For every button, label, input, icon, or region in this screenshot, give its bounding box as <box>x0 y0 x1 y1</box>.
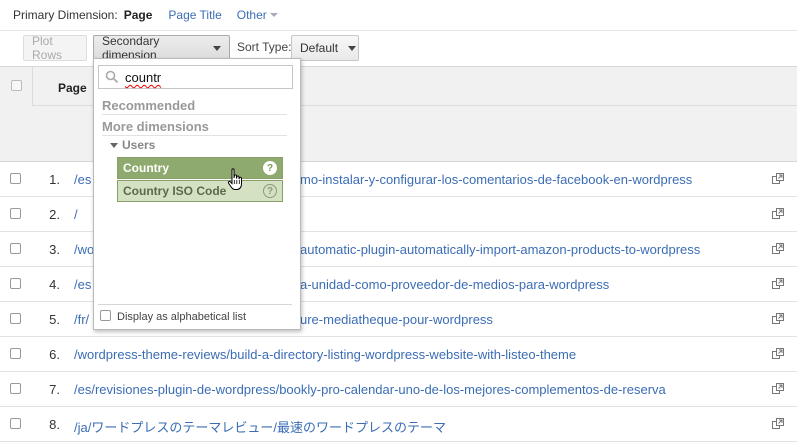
dimension-option-country-iso-code[interactable]: Country ISO Code ? <box>117 180 283 202</box>
dimension-search-input[interactable]: countr <box>98 65 293 89</box>
page-link[interactable]: /wo automatic-plugin-automatically-import… <box>74 242 700 257</box>
row-number: 4. <box>49 277 60 292</box>
row-checkbox[interactable] <box>10 313 21 324</box>
page-column-header[interactable]: Page <box>58 81 87 95</box>
select-all-checkbox[interactable] <box>11 80 22 91</box>
page-link-tail: a-unidad-como-proveedor-de-medios-para-w… <box>300 277 610 292</box>
users-group-toggle[interactable]: Users <box>110 138 155 152</box>
open-page-icon[interactable] <box>772 173 784 184</box>
header-divider <box>32 67 33 105</box>
secondary-dimension-dropdown: countr Recommended More dimensions Users… <box>93 58 301 330</box>
users-group-label: Users <box>122 138 156 152</box>
chevron-down-icon <box>348 45 357 51</box>
row-number: 8. <box>49 417 60 432</box>
help-icon[interactable]: ? <box>263 161 277 175</box>
row-checkbox[interactable] <box>10 243 21 254</box>
more-dimensions-heading: More dimensions <box>102 119 209 134</box>
plot-rows-label: Plot Rows <box>32 34 63 62</box>
row-checkbox[interactable] <box>10 208 21 219</box>
search-icon <box>105 70 119 84</box>
open-page-icon[interactable] <box>772 208 784 219</box>
plot-rows-button[interactable]: Plot Rows <box>23 34 87 62</box>
dimension-option-country[interactable]: Country ? <box>117 157 283 179</box>
primary-dimension-bar: Primary Dimension: Page Page Title Other <box>0 0 797 30</box>
primary-dimension-page[interactable]: Page <box>124 8 153 22</box>
open-page-icon[interactable] <box>772 383 784 394</box>
alphabetical-list-checkbox[interactable] <box>100 310 111 321</box>
open-page-icon[interactable] <box>772 418 784 429</box>
page-link[interactable]: /ja/ワードプレスのテーマレビュー/最速のワードプレスのテーマ <box>74 417 446 436</box>
row-checkbox[interactable] <box>10 278 21 289</box>
sort-type-label: Sort Type: <box>237 40 292 54</box>
page-link[interactable]: /es mo-instalar-y-configurar-los-comentar… <box>74 172 692 187</box>
page-link[interactable]: /es/revisiones-plugin-de-wordpress/bookl… <box>74 382 666 397</box>
primary-dimension-other-label: Other <box>236 8 267 22</box>
option-label: Country <box>123 161 169 175</box>
chevron-down-icon <box>269 13 278 17</box>
page-link-tail: automatic-plugin-automatically-import-am… <box>300 242 701 257</box>
page-link-head: /wo <box>74 242 95 257</box>
open-page-icon[interactable] <box>772 243 784 254</box>
row-checkbox[interactable] <box>10 383 21 394</box>
open-page-icon[interactable] <box>772 313 784 324</box>
page-link-tail: ure-mediatheque-pour-wordpress <box>300 312 493 327</box>
row-checkbox[interactable] <box>10 348 21 359</box>
option-label: Country ISO Code <box>123 184 227 198</box>
section-divider <box>102 114 287 115</box>
section-divider <box>102 135 287 136</box>
row-checkbox[interactable] <box>10 418 21 429</box>
row-checkbox[interactable] <box>10 173 21 184</box>
row-number: 7. <box>49 382 60 397</box>
sort-type-value: Default <box>300 41 339 55</box>
table-row: 8. /ja/ワードプレスのテーマレビュー/最速のワードプレスのテーマ <box>0 407 797 442</box>
alphabetical-list-label: Display as alphabetical list <box>117 311 247 323</box>
recommended-heading: Recommended <box>102 98 196 113</box>
primary-dimension-label: Primary Dimension: <box>13 8 118 22</box>
row-number: 6. <box>49 347 60 362</box>
page-link-tail: mo-instalar-y-configurar-los-comentarios… <box>300 172 693 187</box>
search-value: countr <box>125 70 162 85</box>
row-number: 3. <box>49 242 60 257</box>
page-link[interactable]: /wordpress-theme-reviews/build-a-directo… <box>74 347 576 362</box>
row-number: 1. <box>49 172 60 187</box>
page-link-head: /fr/ <box>74 312 90 327</box>
help-icon[interactable]: ? <box>263 184 277 198</box>
page-link[interactable]: /es a-unidad-como-proveedor-de-medios-par… <box>74 277 609 292</box>
page-link-head: /es <box>74 277 92 292</box>
primary-dimension-other[interactable]: Other <box>237 8 278 22</box>
open-page-icon[interactable] <box>772 348 784 359</box>
page-link-head: /es <box>74 172 92 187</box>
footer-divider <box>98 304 292 305</box>
page-link[interactable]: /fr/ure-mediatheque-pour-wordpress <box>74 312 493 327</box>
chevron-down-icon <box>213 45 221 51</box>
row-number: 5. <box>49 312 60 327</box>
sort-type-select[interactable]: Default <box>291 35 359 61</box>
open-page-icon[interactable] <box>772 278 784 289</box>
primary-dimension-page-title[interactable]: Page Title <box>168 8 221 22</box>
table-row: 6. /wordpress-theme-reviews/build-a-dire… <box>0 337 797 372</box>
table-row: 7. /es/revisiones-plugin-de-wordpress/bo… <box>0 372 797 407</box>
page-link[interactable]: / <box>74 207 78 222</box>
row-number: 2. <box>49 207 60 222</box>
hand-cursor-icon <box>227 168 242 190</box>
triangle-down-icon <box>110 142 118 148</box>
